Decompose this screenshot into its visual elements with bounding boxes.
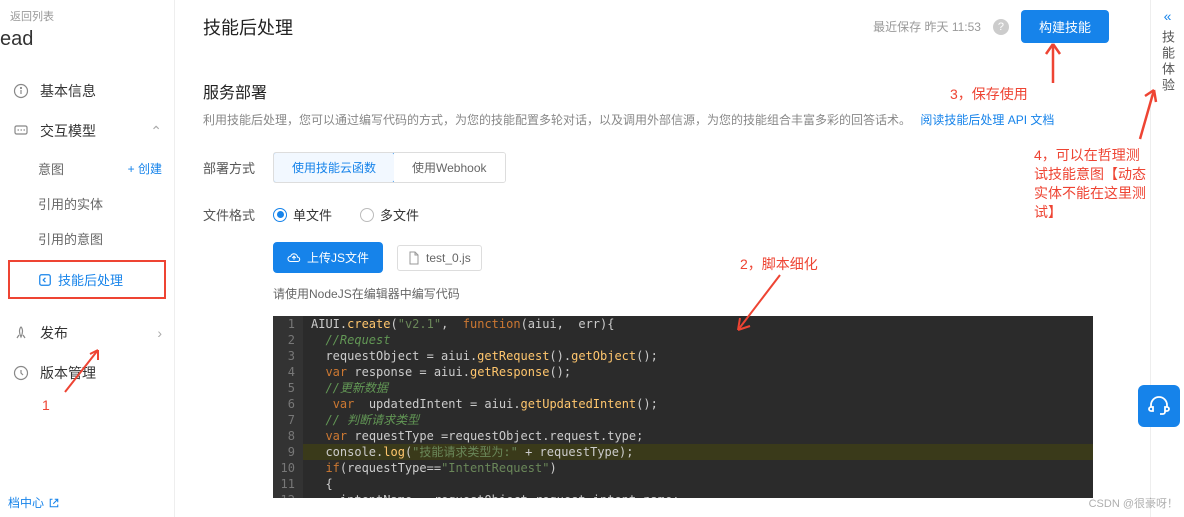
deploy-method-label: 部署方式 xyxy=(203,158,273,177)
comment-icon xyxy=(12,122,30,140)
chevron-up-icon: ⌃ xyxy=(150,123,162,140)
nav-version-mgmt[interactable]: 版本管理 xyxy=(0,353,174,393)
api-doc-link[interactable]: 阅读技能后处理 API 文档 xyxy=(920,113,1054,127)
radio-multi-file[interactable]: 多文件 xyxy=(360,205,419,224)
nav-interaction-model[interactable]: 交互模型 ⌃ xyxy=(0,111,174,151)
chevron-right-icon: › xyxy=(157,325,162,341)
nav-label: 交互模型 xyxy=(40,121,150,141)
subnav-label: 技能后处理 xyxy=(58,270,123,289)
experience-panel[interactable]: « 技能体验 xyxy=(1150,0,1184,517)
create-intent-button[interactable]: + 创建 xyxy=(128,160,162,177)
code-editor[interactable]: 1AIUI.create("v2.1", function(aiui, err)… xyxy=(273,316,1093,498)
sidebar: 返回列表 ead 基本信息 交互模型 ⌃ 意图 + 创建 引用的实体 引用的意图… xyxy=(0,0,175,517)
deploy-method-row: 部署方式 使用技能云函数 使用Webhook xyxy=(203,152,1109,183)
radio-single-file[interactable]: 单文件 xyxy=(273,205,332,224)
watermark: CSDN @很豪呀！ xyxy=(1089,495,1178,511)
subnav-post-process[interactable]: 技能后处理 xyxy=(8,260,166,299)
file-actions-row: 上传JS文件 test_0.js xyxy=(273,242,1109,273)
logo-text: ead xyxy=(0,28,174,71)
clock-icon xyxy=(12,364,30,382)
nav-label: 版本管理 xyxy=(40,363,162,383)
rocket-icon xyxy=(12,324,30,342)
last-saved-text: 最近保存 昨天 11:53 xyxy=(873,18,981,35)
radio-label: 单文件 xyxy=(293,205,332,224)
upload-js-button[interactable]: 上传JS文件 xyxy=(273,242,383,273)
nav-label: 发布 xyxy=(40,323,157,343)
deploy-section: 服务部署 利用技能后处理，您可以通过编写代码的方式，为您的技能配置多轮对话，以及… xyxy=(203,79,1109,498)
file-format-row: 文件格式 单文件 多文件 xyxy=(203,205,1109,224)
radio-icon xyxy=(360,208,374,222)
page-title: 技能后处理 xyxy=(203,14,293,40)
experience-label: 技能体验 xyxy=(1158,30,1177,94)
subnav-label: 意图 xyxy=(38,159,64,178)
cloud-upload-icon xyxy=(287,251,301,265)
back-square-icon xyxy=(38,273,52,287)
section-title: 服务部署 xyxy=(203,79,1109,103)
page-header: 技能后处理 最近保存 昨天 11:53 ? 构建技能 xyxy=(203,10,1109,55)
tab-cloud-function[interactable]: 使用技能云函数 xyxy=(273,152,395,183)
file-chip[interactable]: test_0.js xyxy=(397,245,482,271)
upload-btn-label: 上传JS文件 xyxy=(307,249,369,266)
support-fab[interactable] xyxy=(1138,385,1180,427)
main-content: 技能后处理 最近保存 昨天 11:53 ? 构建技能 服务部署 利用技能后处理，… xyxy=(175,0,1127,517)
nav-basic-info[interactable]: 基本信息 xyxy=(0,71,174,111)
subnav-entities[interactable]: 引用的实体 xyxy=(0,186,174,221)
subnav-ref-intents[interactable]: 引用的意图 xyxy=(0,221,174,256)
headset-icon xyxy=(1147,394,1171,418)
footer-label: 档中心 xyxy=(8,494,44,511)
radio-label: 多文件 xyxy=(380,205,419,224)
info-icon xyxy=(12,82,30,100)
deploy-method-tabs: 使用技能云函数 使用Webhook xyxy=(273,152,506,183)
section-description: 利用技能后处理，您可以通过编写代码的方式，为您的技能配置多轮对话，以及调用外部信… xyxy=(203,111,1109,130)
radio-icon xyxy=(273,208,287,222)
file-name: test_0.js xyxy=(426,251,471,265)
tab-webhook[interactable]: 使用Webhook xyxy=(394,153,504,182)
header-actions: 最近保存 昨天 11:53 ? 构建技能 xyxy=(873,10,1109,43)
expand-icon[interactable]: « xyxy=(1151,8,1184,24)
nav-publish[interactable]: 发布 › xyxy=(0,313,174,353)
desc-text: 利用技能后处理，您可以通过编写代码的方式，为您的技能配置多轮对话，以及调用外部信… xyxy=(203,113,911,127)
back-link[interactable]: 返回列表 xyxy=(0,8,174,30)
file-icon xyxy=(408,251,420,265)
external-link-icon xyxy=(48,497,60,509)
file-format-radios: 单文件 多文件 xyxy=(273,205,419,224)
help-icon[interactable]: ? xyxy=(993,19,1009,35)
footer-doc-center[interactable]: 档中心 xyxy=(8,494,60,511)
file-format-label: 文件格式 xyxy=(203,205,273,224)
nav-label: 基本信息 xyxy=(40,81,162,101)
editor-hint: 请使用NodeJS在编辑器中编写代码 xyxy=(273,285,1109,302)
build-skill-button[interactable]: 构建技能 xyxy=(1021,10,1109,43)
subnav-intent[interactable]: 意图 + 创建 xyxy=(0,151,174,186)
